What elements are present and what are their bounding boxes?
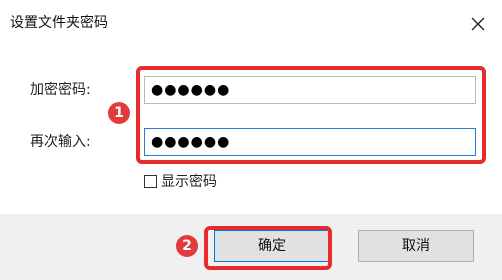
set-folder-password-dialog: 设置文件夹密码 加密密码: ●●●●●● 再次输入: ●●●●●● 显示密码 确… xyxy=(0,0,502,280)
ok-button[interactable]: 确定 xyxy=(214,230,330,262)
cancel-button[interactable]: 取消 xyxy=(358,230,474,262)
confirm-password-label: 再次输入: xyxy=(30,134,91,150)
password-field[interactable]: ●●●●●● xyxy=(144,76,476,104)
confirm-password-field[interactable]: ●●●●●● xyxy=(144,128,476,156)
dialog-title: 设置文件夹密码 xyxy=(10,15,108,31)
annotation-badge-2: 2 xyxy=(176,235,198,257)
dialog-body: 加密密码: ●●●●●● 再次输入: ●●●●●● 显示密码 xyxy=(0,46,502,214)
annotation-badge-1: 1 xyxy=(108,102,130,124)
close-icon xyxy=(471,17,485,31)
title-bar: 设置文件夹密码 xyxy=(0,0,502,46)
password-label: 加密密码: xyxy=(30,82,91,98)
show-password-label: 显示密码 xyxy=(161,174,217,190)
close-button[interactable] xyxy=(464,10,492,38)
show-password-checkbox[interactable] xyxy=(144,175,157,188)
